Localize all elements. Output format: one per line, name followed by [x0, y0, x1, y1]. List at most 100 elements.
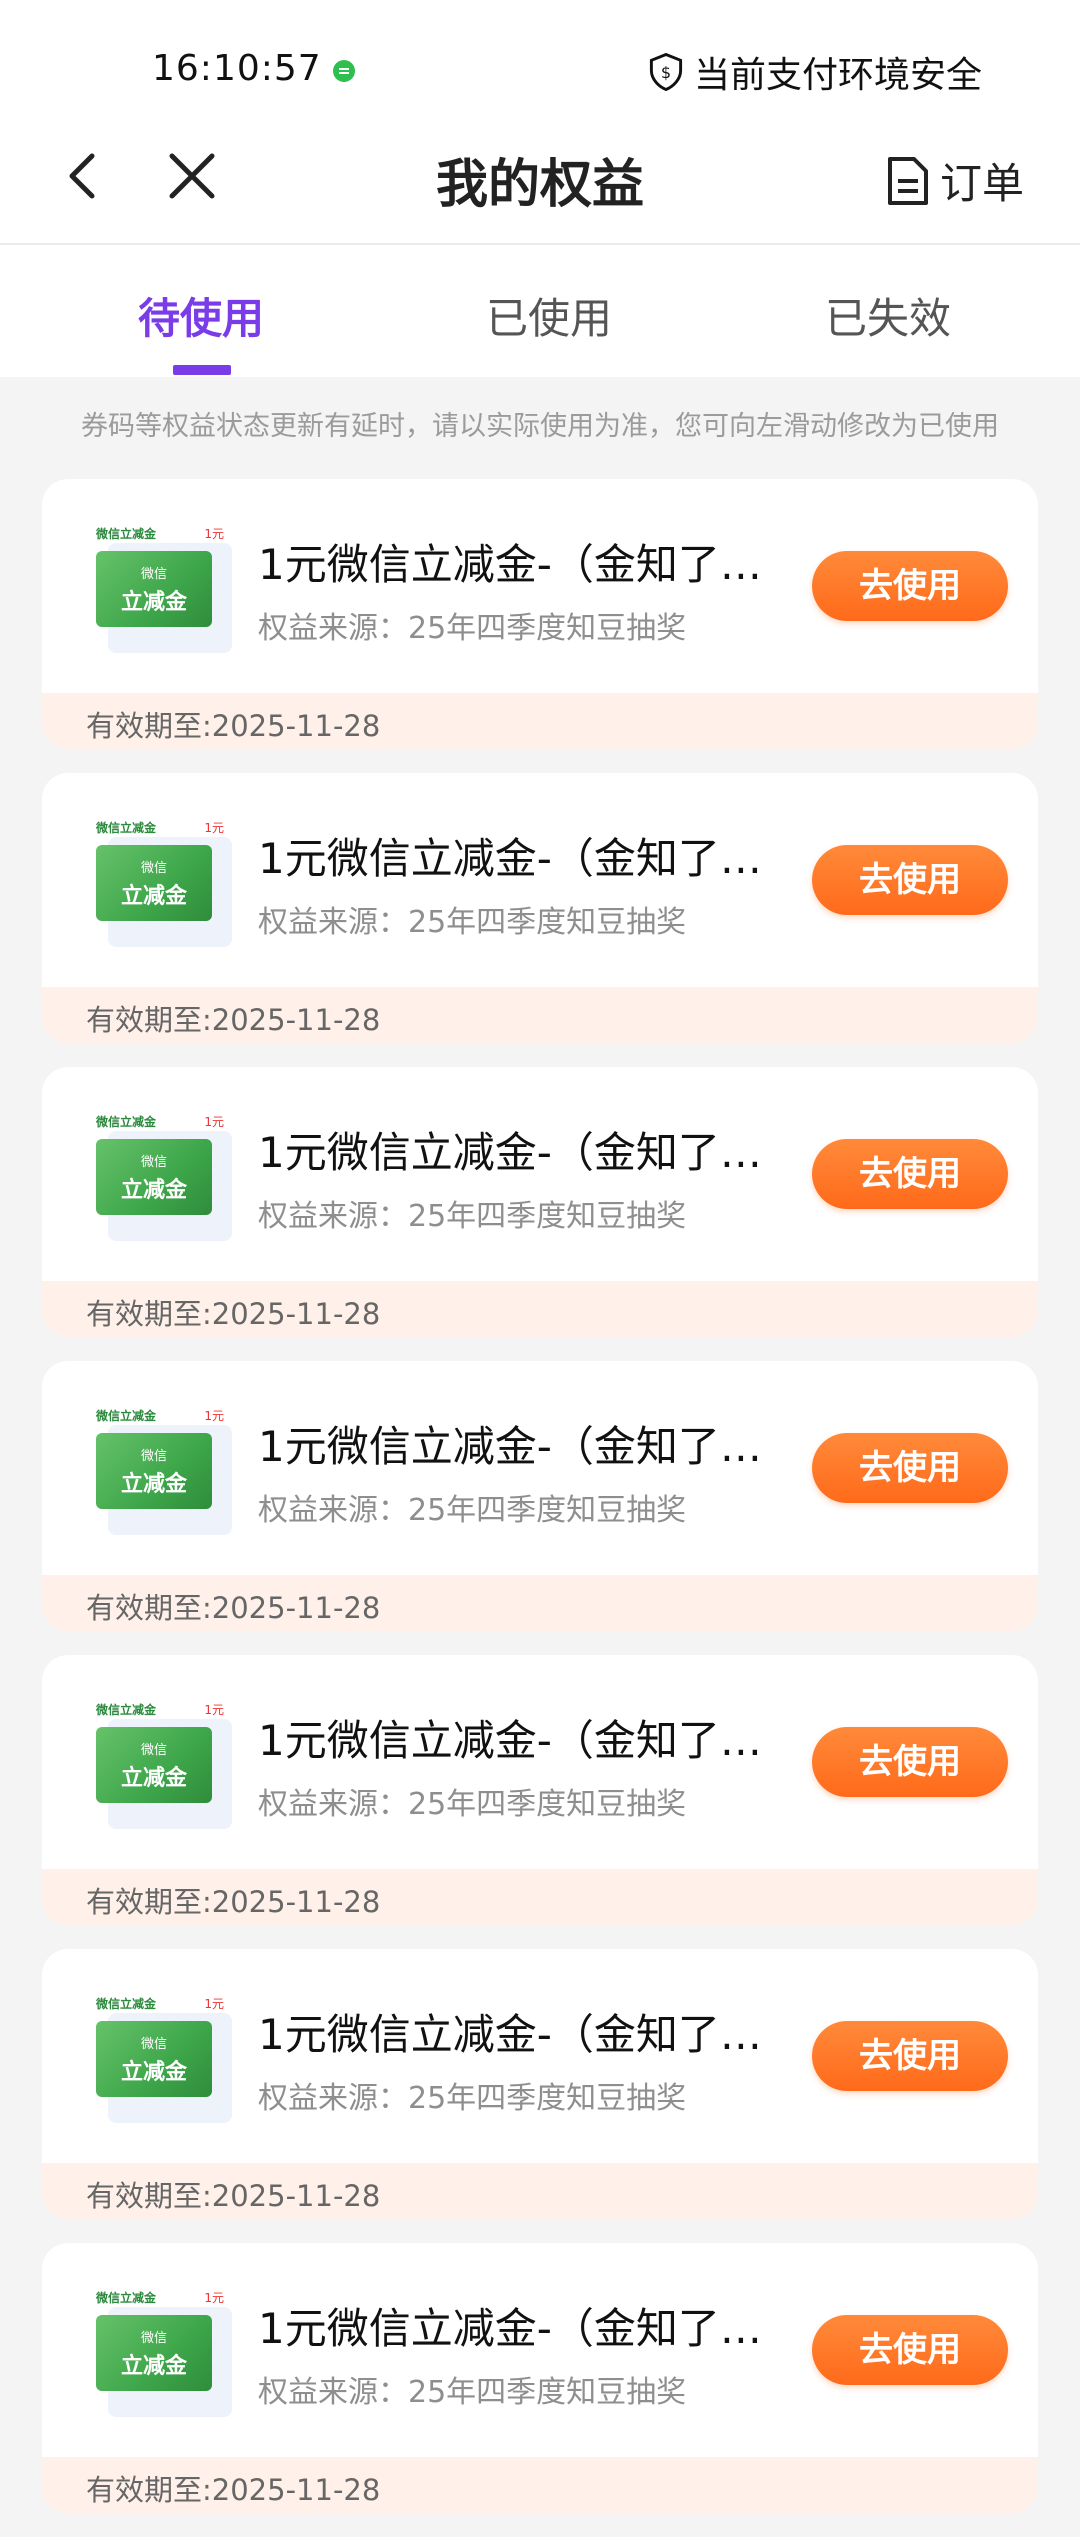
shield-icon: $ [649, 53, 683, 91]
thumbnail-brand-label: 微信立减金 [96, 1115, 157, 1129]
secure-payment-indicator: $ 当前支付环境安全 [648, 46, 982, 98]
coupon-source: 权益来源：25年四季度知豆抽奖 [258, 1199, 687, 1234]
document-icon [887, 156, 928, 205]
coupon-source: 权益来源：25年四季度知豆抽奖 [258, 1493, 687, 1528]
use-button[interactable]: 去使用 [812, 1727, 1008, 1797]
thumbnail-brand-label: 微信立减金 [96, 527, 157, 541]
thumbnail-voucher-face: 微信 立减金 [96, 1139, 212, 1215]
validity-date: 有效期至:2025-11-28 [86, 1297, 381, 1331]
thumbnail-face-large-text: 立减金 [120, 590, 187, 615]
tab-pending[interactable]: 待使用 [81, 285, 321, 346]
tab-expired[interactable]: 已失效 [768, 285, 1008, 346]
validity-date: 有效期至:2025-11-28 [86, 709, 381, 743]
status-bar: 16:10:57 $ 当前支付环境安全 [0, 0, 1080, 140]
orders-button[interactable]: 订单 [884, 150, 1024, 211]
thumbnail-price-label: 1元 [204, 1115, 224, 1129]
coupon-card[interactable]: 微信立减金 1元 微信 立减金 1元微信立减金-（金知了… 权益来源：25年四季… [42, 1655, 1038, 1925]
validity-date: 有效期至:2025-11-28 [86, 2179, 381, 2213]
validity-bar: 有效期至:2025-11-28 [42, 987, 1038, 1043]
coupon-thumbnail: 微信立减金 1元 微信 立减金 [96, 819, 232, 949]
validity-bar: 有效期至:2025-11-28 [42, 1575, 1038, 1631]
thumbnail-voucher-face: 微信 立减金 [96, 845, 212, 921]
tab-bar: 待使用 已使用 已失效 [0, 245, 1080, 377]
thumbnail-voucher-face: 微信 立减金 [96, 1433, 212, 1509]
thumbnail-face-large-text: 立减金 [120, 1766, 187, 1791]
thumbnail-price-label: 1元 [204, 1703, 224, 1717]
coupon-source: 权益来源：25年四季度知豆抽奖 [258, 611, 687, 646]
thumbnail-brand-label: 微信立减金 [96, 2291, 157, 2305]
thumbnail-face-large-text: 立减金 [120, 884, 187, 909]
coupon-source: 权益来源：25年四季度知豆抽奖 [258, 905, 687, 940]
thumbnail-face-small-text: 微信 [140, 567, 167, 582]
validity-date: 有效期至:2025-11-28 [86, 1003, 381, 1037]
orders-label: 订单 [939, 159, 1024, 208]
coupon-card[interactable]: 微信立减金 1元 微信 立减金 1元微信立减金-（金知了… 权益来源：25年四季… [42, 479, 1038, 749]
thumbnail-voucher-face: 微信 立减金 [96, 2021, 212, 2097]
thumbnail-price-label: 1元 [204, 2291, 224, 2305]
coupon-list: 微信立减金 1元 微信 立减金 1元微信立减金-（金知了… 权益来源：25年四季… [42, 479, 1038, 2537]
thumbnail-price-label: 1元 [204, 1409, 224, 1423]
thumbnail-voucher-face: 微信 立减金 [96, 1727, 212, 1803]
status-notice: 券码等权益状态更新有延时，请以实际使用为准，您可向左滑动修改为已使用 [81, 411, 999, 442]
chat-notification-icon [333, 60, 355, 82]
thumbnail-face-small-text: 微信 [140, 1743, 167, 1758]
thumbnail-price-label: 1元 [204, 527, 224, 541]
thumbnail-brand-label: 微信立减金 [96, 821, 157, 835]
validity-bar: 有效期至:2025-11-28 [42, 1869, 1038, 1925]
coupon-card[interactable]: 微信立减金 1元 微信 立减金 1元微信立减金-（金知了… 权益来源：25年四季… [42, 2243, 1038, 2513]
coupon-title: 1元微信立减金-（金知了… [258, 540, 762, 589]
thumbnail-brand-label: 微信立减金 [96, 1997, 157, 2011]
use-button[interactable]: 去使用 [812, 1433, 1008, 1503]
thumbnail-brand-label: 微信立减金 [96, 1409, 157, 1423]
coupon-title: 1元微信立减金-（金知了… [258, 2010, 762, 2059]
thumbnail-brand-label: 微信立减金 [96, 1703, 157, 1717]
coupon-source: 权益来源：25年四季度知豆抽奖 [258, 1787, 687, 1822]
thumbnail-face-large-text: 立减金 [120, 2354, 187, 2379]
thumbnail-voucher-face: 微信 立减金 [96, 551, 212, 627]
use-button[interactable]: 去使用 [812, 2021, 1008, 2091]
coupon-thumbnail: 微信立减金 1元 微信 立减金 [96, 525, 232, 655]
coupon-title: 1元微信立减金-（金知了… [258, 2304, 762, 2353]
validity-bar: 有效期至:2025-11-28 [42, 693, 1038, 749]
use-button[interactable]: 去使用 [812, 2315, 1008, 2385]
coupon-card[interactable]: 微信立减金 1元 微信 立减金 1元微信立减金-（金知了… 权益来源：25年四季… [42, 1067, 1038, 1337]
coupon-title: 1元微信立减金-（金知了… [258, 1128, 762, 1177]
thumbnail-face-small-text: 微信 [140, 1155, 167, 1170]
validity-date: 有效期至:2025-11-28 [86, 1885, 381, 1919]
use-button[interactable]: 去使用 [812, 845, 1008, 915]
coupon-source: 权益来源：25年四季度知豆抽奖 [258, 2375, 687, 2410]
validity-bar: 有效期至:2025-11-28 [42, 2457, 1038, 2513]
coupon-card[interactable]: 微信立减金 1元 微信 立减金 1元微信立减金-（金知了… 权益来源：25年四季… [42, 1949, 1038, 2219]
validity-bar: 有效期至:2025-11-28 [42, 2163, 1038, 2219]
coupon-source: 权益来源：25年四季度知豆抽奖 [258, 2081, 687, 2116]
use-button[interactable]: 去使用 [812, 551, 1008, 621]
thumbnail-voucher-face: 微信 立减金 [96, 2315, 212, 2391]
use-button[interactable]: 去使用 [812, 1139, 1008, 1209]
thumbnail-price-label: 1元 [204, 1997, 224, 2011]
thumbnail-face-large-text: 立减金 [120, 1472, 187, 1497]
active-tab-indicator [173, 365, 231, 375]
tab-used[interactable]: 已使用 [429, 285, 669, 346]
thumbnail-face-large-text: 立减金 [120, 1178, 187, 1203]
validity-date: 有效期至:2025-11-28 [86, 2473, 381, 2507]
coupon-card[interactable]: 微信立减金 1元 微信 立减金 1元微信立减金-（金知了… 权益来源：25年四季… [42, 1361, 1038, 1631]
thumbnail-price-label: 1元 [204, 821, 224, 835]
thumbnail-face-small-text: 微信 [140, 861, 167, 876]
status-time: 16:10:57 [152, 48, 322, 89]
coupon-title: 1元微信立减金-（金知了… [258, 834, 762, 883]
validity-date: 有效期至:2025-11-28 [86, 1591, 381, 1625]
coupon-title: 1元微信立减金-（金知了… [258, 1716, 762, 1765]
svg-text:$: $ [661, 63, 671, 82]
nav-bar: 我的权益 订单 [0, 140, 1080, 245]
thumbnail-face-small-text: 微信 [140, 1449, 167, 1464]
thumbnail-face-small-text: 微信 [140, 2037, 167, 2052]
coupon-thumbnail: 微信立减金 1元 微信 立减金 [96, 1701, 232, 1831]
validity-bar: 有效期至:2025-11-28 [42, 1281, 1038, 1337]
coupon-thumbnail: 微信立减金 1元 微信 立减金 [96, 1407, 232, 1537]
coupon-thumbnail: 微信立减金 1元 微信 立减金 [96, 1995, 232, 2125]
thumbnail-face-small-text: 微信 [140, 2331, 167, 2346]
coupon-thumbnail: 微信立减金 1元 微信 立减金 [96, 1113, 232, 1243]
coupon-title: 1元微信立减金-（金知了… [258, 1422, 762, 1471]
thumbnail-face-large-text: 立减金 [120, 2060, 187, 2085]
coupon-card[interactable]: 微信立减金 1元 微信 立减金 1元微信立减金-（金知了… 权益来源：25年四季… [42, 773, 1038, 1043]
